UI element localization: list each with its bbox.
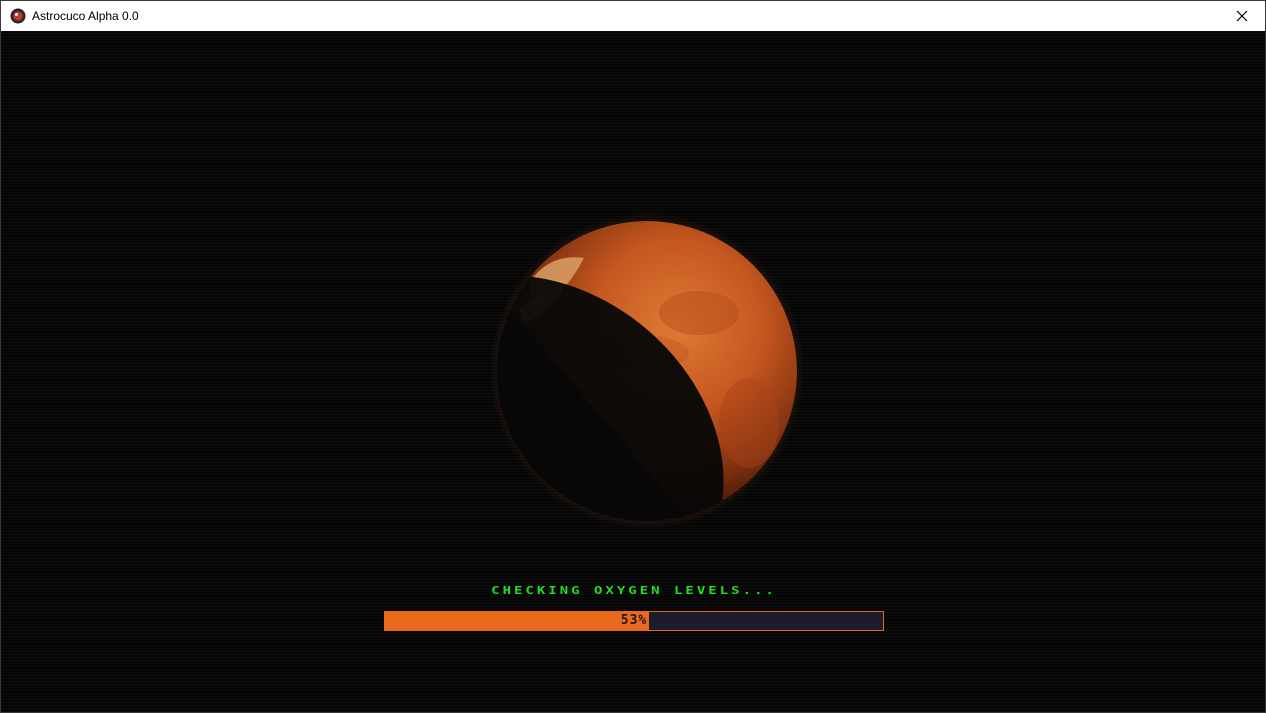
loading-status-text: CHECKING OXYGEN LEVELS... [491, 585, 777, 597]
title-bar[interactable]: Astrocuco Alpha 0.0 [1, 1, 1265, 31]
mars-planet [489, 213, 805, 529]
close-icon [1236, 7, 1248, 26]
loading-progress-bar: 53% [384, 611, 884, 631]
close-button[interactable] [1219, 1, 1265, 31]
app-icon [10, 8, 26, 24]
progress-percent-label: 53% [620, 613, 648, 628]
window-title: Astrocuco Alpha 0.0 [32, 9, 139, 23]
game-viewport: CHECKING OXYGEN LEVELS... 53% [1, 31, 1265, 712]
app-window: Astrocuco Alpha 0.0 CHECKING OXYGEN LEVE… [0, 0, 1266, 713]
